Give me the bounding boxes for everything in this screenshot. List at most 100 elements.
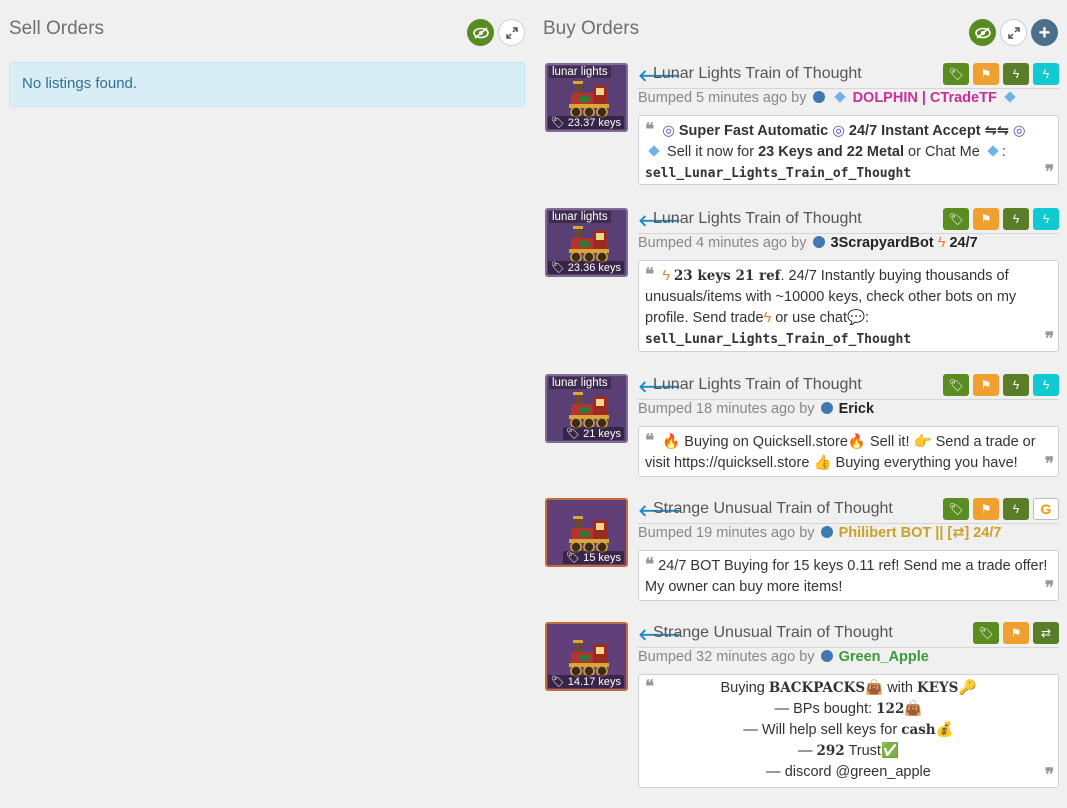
lightning-icon[interactable]: ϟ [1003, 63, 1029, 85]
flag-icon[interactable]: ⚑ [973, 208, 999, 230]
lightning-icon[interactable]: ϟ [1003, 498, 1029, 520]
item-thumbnail[interactable]: lunar lights 🏷 21 keys [545, 374, 628, 443]
key-icon: 🔑 [958, 680, 977, 696]
lightning-icon[interactable]: ϟ [1003, 208, 1029, 230]
bumped-text: Bumped 4 minutes ago by [638, 235, 807, 251]
item-thumbnail[interactable]: 🏷 15 keys [545, 498, 628, 567]
spiral-icon: ◎ [832, 123, 845, 139]
buy-listing: lunar lights 🏷 23.36 keys 🡐 Lunar Lights… [545, 208, 1059, 354]
item-thumbnail[interactable]: lunar lights 🏷 23.36 keys [545, 208, 628, 277]
train-icon [565, 79, 611, 119]
flag-icon[interactable]: ⚑ [973, 374, 999, 396]
desc-text: Buying on Quicksell.store [684, 434, 848, 450]
toggle-visibility-button[interactable] [467, 19, 494, 46]
quote-open-icon: ❝ [645, 555, 655, 575]
item-thumbnail[interactable]: 🏷 14.17 keys [545, 622, 628, 691]
expand-button[interactable] [1000, 19, 1027, 46]
desc-text: Buying everything you have! [835, 455, 1018, 471]
item-name[interactable]: Lunar Lights Train of Thought [653, 210, 862, 228]
user-avatar[interactable] [820, 526, 833, 538]
g-icon[interactable]: G [1033, 498, 1059, 520]
user-name[interactable]: DOLPHIN | CTradeTF [853, 90, 997, 106]
quote-open-icon: ❝ [645, 431, 655, 451]
desc-text: Trust [848, 743, 881, 759]
bumped-line: Bumped 18 minutes ago by Erick [638, 401, 874, 417]
buy-listing: 🏷 15 keys 🡐 Strange Unusual Train of Tho… [545, 498, 1059, 604]
listing-badges: 🏷 ⚑ ϟ G [943, 498, 1059, 520]
item-name[interactable]: Strange Unusual Train of Thought [653, 624, 893, 642]
item-name[interactable]: Lunar Lights Train of Thought [653, 376, 862, 394]
bumped-line: Bumped 32 minutes ago by Green_Apple [638, 649, 929, 665]
desc-text: with [887, 680, 913, 696]
user-avatar[interactable] [820, 650, 833, 662]
lightning-icon[interactable]: ϟ [1033, 208, 1059, 230]
listing-description: ❝ 24/7 BOT Buying for 15 keys 0.11 ref! S… [638, 550, 1059, 601]
no-listings-alert: No listings found. [9, 62, 525, 107]
desc-text: Sell it now for [667, 144, 755, 160]
item-thumbnail[interactable]: lunar lights 🏷 23.37 keys [545, 63, 628, 132]
desc-text: cash [901, 722, 936, 738]
desc-text: 23 Keys and 22 Metal [758, 144, 904, 160]
tag-icon: 🏷 [550, 117, 565, 129]
sell-orders-title: Sell Orders [9, 18, 105, 39]
expand-icon [1007, 26, 1020, 39]
bumped-text: Bumped 32 minutes ago by [638, 649, 815, 665]
toggle-visibility-button[interactable] [969, 19, 996, 46]
user-name[interactable]: Erick [839, 401, 874, 417]
listing-badges: 🏷 ⚑ ϟ ϟ [943, 208, 1059, 230]
user-avatar[interactable] [812, 91, 825, 103]
diamond-icon [648, 145, 660, 157]
quote-open-icon: ❝ [645, 677, 655, 697]
train-icon [565, 224, 611, 264]
price-tag: 🏷 23.37 keys [547, 116, 624, 129]
add-listing-button[interactable]: + [1031, 19, 1058, 46]
desc-text: or Chat Me [908, 144, 980, 160]
user-name[interactable]: Green_Apple [839, 649, 929, 665]
lightning-icon[interactable]: ϟ [1033, 63, 1059, 85]
flag-icon[interactable]: ⚑ [973, 63, 999, 85]
listing-badges: 🏷 ⚑ ⇄ [973, 622, 1059, 644]
eye-slash-icon [472, 26, 489, 39]
desc-text: KEYS [917, 680, 959, 696]
user-name[interactable]: 3ScrapyardBot [831, 235, 934, 251]
lightning-icon[interactable]: ϟ [1003, 374, 1029, 396]
user-name[interactable]: Philibert BOT || [⇄] 24/7 [839, 525, 1002, 541]
listing-description: ❝ ◎ Super Fast Automatic ◎ 24/7 Instant … [638, 115, 1059, 185]
flag-icon[interactable]: ⚑ [973, 498, 999, 520]
tag-icon[interactable]: 🏷 [943, 374, 969, 396]
diamond-icon [833, 91, 846, 103]
user-avatar[interactable] [812, 236, 825, 248]
expand-button[interactable] [498, 19, 525, 46]
desc-text: — discord @green_apple [766, 764, 931, 780]
listing-description: ❝ Buying BACKPACKS👜 with KEYS🔑 — BPs bou… [638, 674, 1059, 788]
user-suffix: 24/7 [949, 235, 978, 251]
buy-listing: 🏷 14.17 keys 🡐 Strange Unusual Train of … [545, 622, 1059, 790]
buy-orders-title: Buy Orders [543, 18, 640, 39]
item-name[interactable]: Strange Unusual Train of Thought [653, 500, 893, 518]
quote-close-icon: ❞ [1044, 329, 1054, 349]
effect-label: lunar lights [549, 211, 611, 223]
desc-command: sell_Lunar_Lights_Train_of_Thought [645, 332, 912, 347]
swap-icon[interactable]: ⇄ [1033, 622, 1059, 644]
backpack-icon: 👜 [904, 701, 923, 717]
effect-label: lunar lights [549, 377, 611, 389]
flag-icon[interactable]: ⚑ [1003, 622, 1029, 644]
price-value: 23.36 keys [567, 262, 621, 274]
diamond-icon [1004, 91, 1016, 103]
chat-icon: 💬 [846, 310, 866, 326]
desc-text: : [865, 310, 870, 326]
user-avatar[interactable] [820, 402, 833, 414]
lightning-icon[interactable]: ϟ [1033, 374, 1059, 396]
desc-command: sell_Lunar_Lights_Train_of_Thought [645, 166, 912, 181]
desc-text: Buying [720, 680, 765, 696]
tag-icon[interactable]: 🏷 [943, 63, 969, 85]
desc-text: 23 keys 21 ref [673, 268, 781, 284]
tag-icon[interactable]: 🏷 [943, 208, 969, 230]
train-icon [565, 390, 611, 430]
desc-text: trade [730, 310, 764, 326]
tag-icon[interactable]: 🏷 [943, 498, 969, 520]
tag-icon[interactable]: 🏷 [973, 622, 999, 644]
item-name[interactable]: Lunar Lights Train of Thought [653, 65, 862, 83]
tag-icon: 🏷 [550, 676, 565, 688]
spiral-icon: ◎ [1012, 123, 1026, 139]
